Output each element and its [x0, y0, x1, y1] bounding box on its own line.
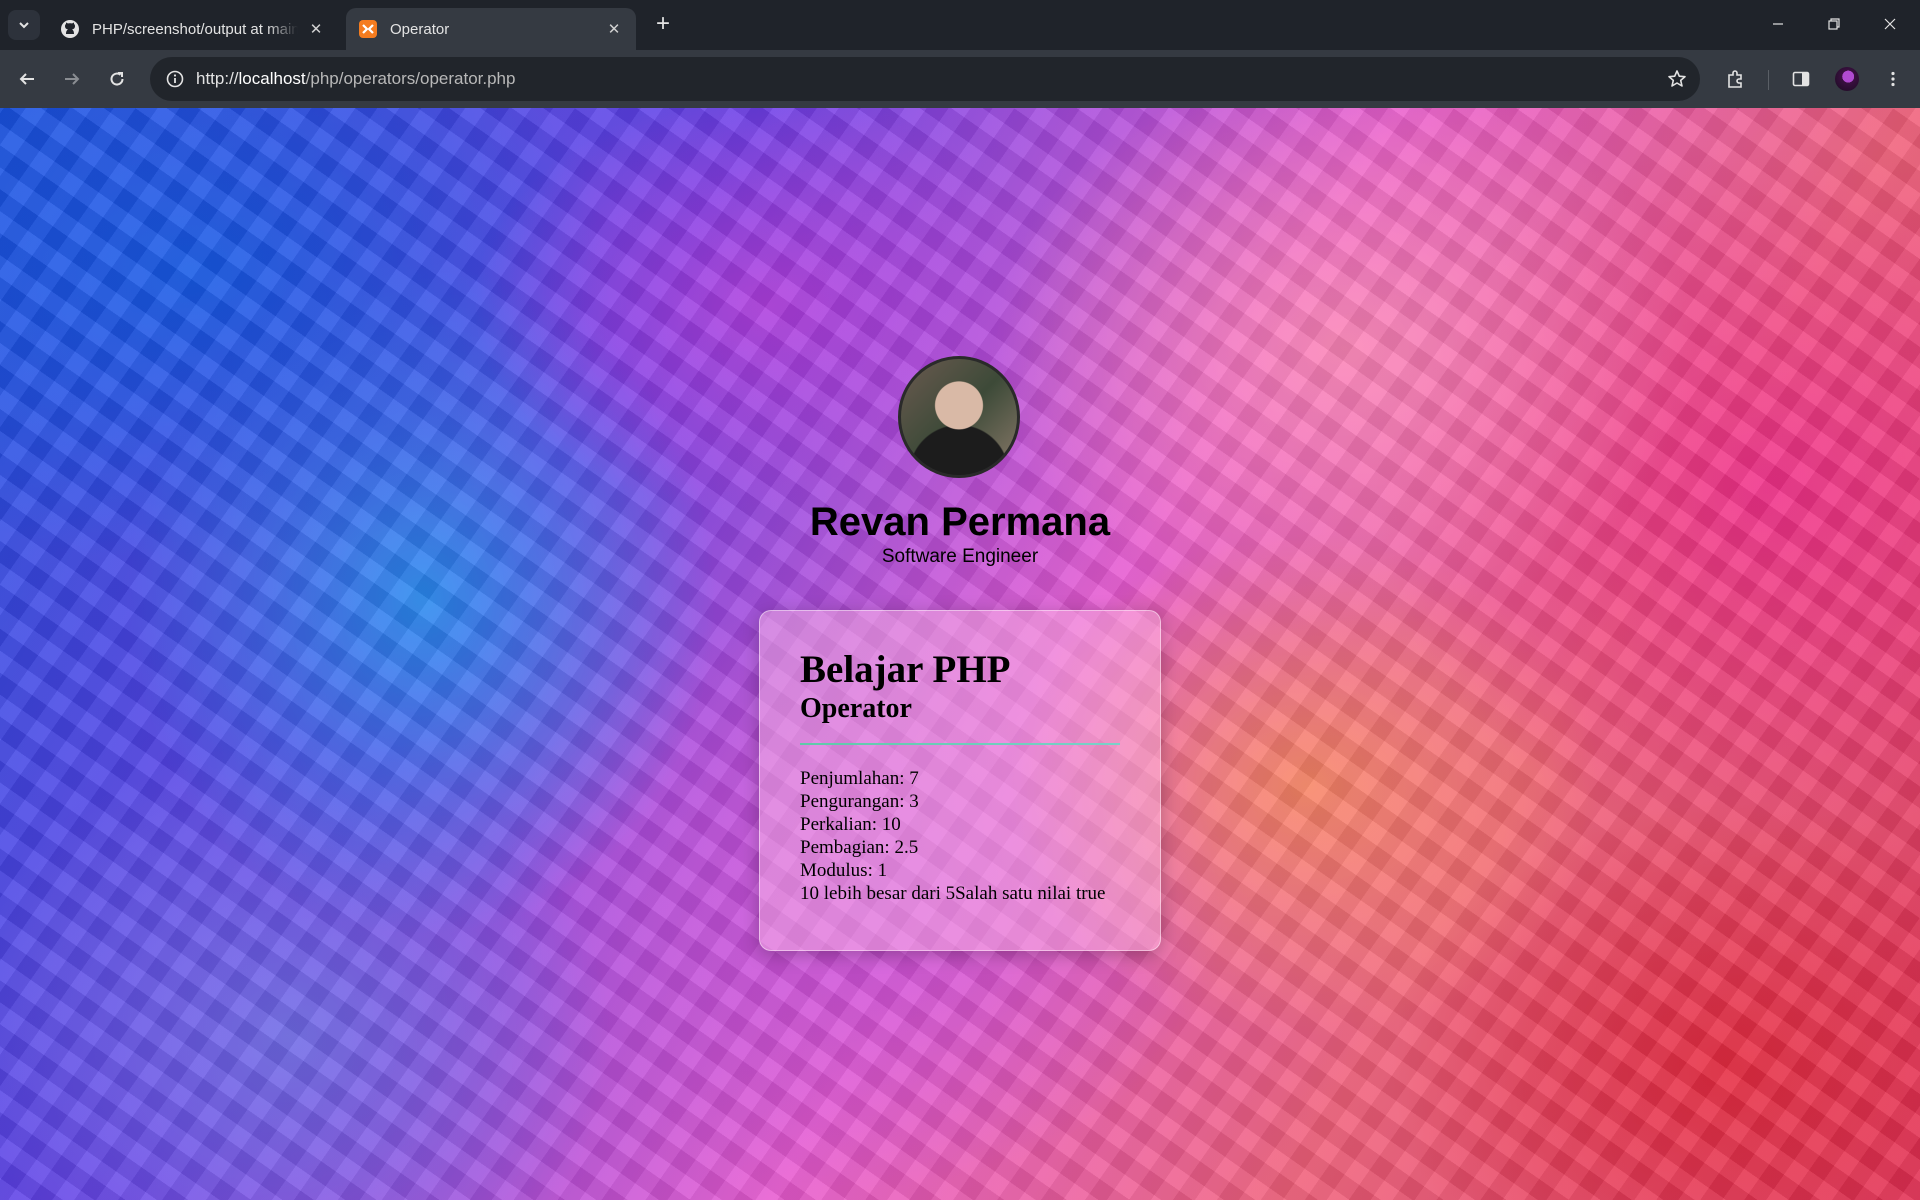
- back-button[interactable]: [12, 64, 42, 94]
- close-window-button[interactable]: [1862, 0, 1918, 48]
- puzzle-icon: [1728, 70, 1742, 88]
- page-viewport: Revan Permana Software Engineer Belajar …: [0, 108, 1920, 1200]
- result-pengurangan: Pengurangan: 3: [800, 791, 919, 812]
- restore-icon: [1828, 18, 1840, 30]
- profile-role: Software Engineer: [881, 546, 1039, 567]
- tab-title: Operator: [390, 20, 450, 38]
- more-vertical-icon: [1891, 71, 1895, 87]
- card-title: Belajar PHP: [800, 648, 1011, 691]
- avatar: [1835, 67, 1859, 91]
- minimize-icon: [1773, 23, 1783, 25]
- result-pembagian: Pembagian: 2.5: [800, 837, 919, 858]
- tab-operator[interactable]: Operator ✕: [346, 8, 636, 50]
- browser-toolbar: http://localhost/php/operators/operator.…: [0, 50, 1920, 108]
- tab-strip: PHP/screenshot/output at main ✕ Operator…: [0, 0, 1920, 50]
- url-path: /php/operators/operator.php: [305, 69, 516, 88]
- chevron-down-icon: [19, 22, 29, 29]
- restore-button[interactable]: [1806, 0, 1862, 48]
- profile-avatar-button[interactable]: [1832, 64, 1862, 94]
- new-tab-button[interactable]: +: [650, 12, 676, 38]
- xampp-icon: [358, 19, 378, 39]
- bookmark-star-icon[interactable]: [1664, 66, 1690, 92]
- url-scheme: http://: [196, 69, 239, 88]
- result-penjumlahan: Penjumlahan: 7: [800, 768, 919, 789]
- forward-button[interactable]: [57, 64, 87, 94]
- extensions-button[interactable]: [1720, 64, 1750, 94]
- minimize-button[interactable]: [1750, 0, 1806, 48]
- arrow-right-icon: [65, 73, 80, 85]
- side-panel-icon: [1792, 71, 1810, 87]
- tab-title: PHP/screenshot/output at main: [92, 20, 298, 38]
- tab-github[interactable]: PHP/screenshot/output at main ✕: [48, 8, 338, 50]
- arrow-left-icon: [19, 73, 34, 85]
- reload-button[interactable]: [102, 64, 132, 94]
- url-host: localhost: [238, 69, 306, 88]
- close-icon: [1884, 18, 1896, 30]
- tab-search-button[interactable]: [8, 10, 40, 40]
- profile-photo: [898, 356, 1020, 478]
- card-subtitle: Operator: [800, 693, 912, 724]
- site-info-icon[interactable]: [162, 66, 188, 92]
- address-bar[interactable]: http://localhost/php/operators/operator.…: [150, 57, 1700, 101]
- profile-name: Revan Permana: [809, 500, 1111, 544]
- side-panel-button[interactable]: [1786, 64, 1816, 94]
- reload-icon: [110, 72, 124, 86]
- github-icon: [60, 19, 80, 39]
- close-icon[interactable]: ✕: [604, 19, 624, 39]
- url-text: http://localhost/php/operators/operator.…: [196, 69, 515, 89]
- close-icon[interactable]: ✕: [306, 19, 326, 39]
- toolbar-divider: [1768, 70, 1769, 90]
- php-operator-card: Belajar PHP Operator Penjumlahan: 7 Peng…: [759, 610, 1161, 951]
- result-perkalian: Perkalian: 10: [800, 814, 901, 835]
- menu-button[interactable]: [1878, 64, 1908, 94]
- result-modulus: Modulus: 1: [800, 860, 888, 881]
- card-divider: [800, 743, 1120, 745]
- result-comparison: 10 lebih besar dari 5Salah satu nilai tr…: [800, 883, 1106, 904]
